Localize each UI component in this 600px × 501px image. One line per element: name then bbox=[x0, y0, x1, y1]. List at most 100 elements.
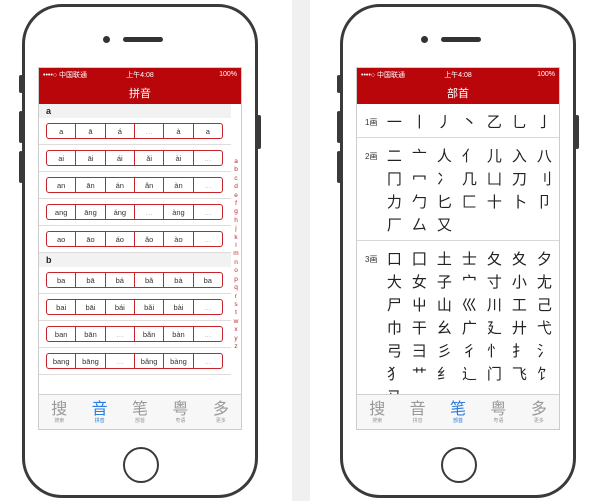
radical-item[interactable]: 干 bbox=[407, 316, 432, 339]
home-button[interactable] bbox=[441, 447, 477, 483]
radical-item[interactable]: 入 bbox=[507, 144, 532, 167]
radical-item[interactable]: 艹 bbox=[407, 362, 432, 385]
radical-item[interactable]: 彐 bbox=[407, 339, 432, 362]
pinyin-cell[interactable]: bǎng bbox=[135, 354, 165, 368]
pinyin-cell[interactable]: ào bbox=[164, 232, 194, 246]
pinyin-cell[interactable]: bai bbox=[47, 300, 77, 314]
radical-item[interactable]: 弓 bbox=[382, 339, 407, 362]
index-letter[interactable]: h bbox=[234, 217, 238, 225]
index-letter[interactable]: y bbox=[234, 335, 237, 343]
index-letter[interactable]: r bbox=[235, 293, 237, 301]
radical-item[interactable]: 纟 bbox=[432, 362, 457, 385]
pinyin-cell[interactable]: ǎn bbox=[135, 178, 165, 192]
radical-item[interactable]: 冫 bbox=[432, 167, 457, 190]
pinyin-cell[interactable]: bǎn bbox=[135, 327, 165, 341]
radical-item[interactable]: 亅 bbox=[532, 110, 557, 133]
tab-更多[interactable]: 多更多 bbox=[201, 395, 241, 429]
pinyin-cell[interactable]: àng bbox=[164, 205, 194, 219]
index-letter[interactable]: o bbox=[234, 267, 238, 275]
radical-item[interactable]: 彳 bbox=[457, 339, 482, 362]
radical-item[interactable]: 二 bbox=[382, 144, 407, 167]
pinyin-cell[interactable]: bang bbox=[47, 354, 77, 368]
radical-item[interactable]: 弋 bbox=[532, 316, 557, 339]
radical-item[interactable]: 川 bbox=[482, 293, 507, 316]
radical-item[interactable]: 女 bbox=[407, 270, 432, 293]
radical-item[interactable]: 宀 bbox=[457, 270, 482, 293]
pinyin-cell[interactable]: bàn bbox=[164, 327, 194, 341]
pinyin-cell[interactable]: bǎ bbox=[135, 273, 165, 287]
radical-item[interactable]: 囗 bbox=[407, 247, 432, 270]
radical-item[interactable]: 厶 bbox=[407, 213, 432, 236]
radical-item[interactable]: 匕 bbox=[432, 190, 457, 213]
radical-item[interactable]: 小 bbox=[507, 270, 532, 293]
radical-item[interactable]: 飞 bbox=[507, 362, 532, 385]
alphabet-index[interactable]: abcdefghjklmnopqrstwxyz bbox=[231, 158, 241, 351]
pinyin-cell[interactable]: bāi bbox=[76, 300, 106, 314]
pinyin-cell[interactable]: ǎi bbox=[135, 151, 165, 165]
radical-item[interactable]: 幺 bbox=[432, 316, 457, 339]
radical-item[interactable]: 屮 bbox=[407, 293, 432, 316]
pinyin-cell[interactable]: ài bbox=[164, 151, 194, 165]
radical-item[interactable]: 夕 bbox=[532, 247, 557, 270]
pinyin-cell[interactable]: áng bbox=[106, 205, 135, 219]
pinyin-cell[interactable]: bǎi bbox=[135, 300, 165, 314]
pinyin-cell[interactable]: áo bbox=[106, 232, 135, 246]
radical-item[interactable]: 广 bbox=[457, 316, 482, 339]
radical-item[interactable]: 大 bbox=[382, 270, 407, 293]
radical-item[interactable]: 凵 bbox=[482, 167, 507, 190]
radical-item[interactable]: 廴 bbox=[482, 316, 507, 339]
radical-item[interactable]: 乚 bbox=[507, 110, 532, 133]
index-letter[interactable]: z bbox=[234, 343, 237, 351]
radical-item[interactable]: 勹 bbox=[407, 190, 432, 213]
radical-item[interactable]: 巛 bbox=[457, 293, 482, 316]
radical-item[interactable]: 丨 bbox=[407, 110, 432, 133]
radical-item[interactable]: 匚 bbox=[457, 190, 482, 213]
radical-item[interactable]: 氵 bbox=[532, 339, 557, 362]
radical-item[interactable]: 刂 bbox=[532, 167, 557, 190]
pinyin-cell[interactable]: bá bbox=[106, 273, 135, 287]
radical-item[interactable]: 门 bbox=[482, 362, 507, 385]
index-letter[interactable]: a bbox=[234, 158, 238, 166]
index-letter[interactable]: d bbox=[234, 183, 238, 191]
index-letter[interactable]: f bbox=[235, 200, 237, 208]
tab-粤语[interactable]: 粤粤语 bbox=[478, 395, 518, 429]
radical-item[interactable]: 尸 bbox=[382, 293, 407, 316]
radical-item[interactable]: 又 bbox=[432, 213, 457, 236]
radical-item[interactable]: 辶 bbox=[457, 362, 482, 385]
tab-拼音[interactable]: 音拼音 bbox=[79, 395, 119, 429]
pinyin-cell[interactable]: bài bbox=[164, 300, 194, 314]
tab-部首[interactable]: 笔部首 bbox=[120, 395, 160, 429]
tab-部首[interactable]: 笔部首 bbox=[438, 395, 478, 429]
radical-item[interactable]: 口 bbox=[382, 247, 407, 270]
pinyin-cell[interactable]: bàng bbox=[164, 354, 194, 368]
pinyin-cell[interactable]: ǎo bbox=[135, 232, 165, 246]
pinyin-list[interactable]: a a ā á… à a ai āi ái ǎi ài… an ān án ǎn àn… ang āng áng… à… bbox=[39, 104, 231, 394]
pinyin-cell[interactable]: bà bbox=[164, 273, 194, 287]
tab-搜索[interactable]: 搜搜索 bbox=[39, 395, 79, 429]
index-letter[interactable]: x bbox=[234, 326, 237, 334]
pinyin-cell[interactable]: āo bbox=[76, 232, 106, 246]
index-letter[interactable]: n bbox=[234, 259, 238, 267]
radical-item[interactable]: 饣 bbox=[532, 362, 557, 385]
radical-item[interactable]: 乙 bbox=[482, 110, 507, 133]
radical-item[interactable]: 亠 bbox=[407, 144, 432, 167]
tab-粤语[interactable]: 粤粤语 bbox=[160, 395, 200, 429]
radical-item[interactable]: 丶 bbox=[457, 110, 482, 133]
pinyin-cell[interactable]: ba bbox=[194, 273, 222, 287]
radical-item[interactable]: 马 bbox=[382, 385, 407, 394]
radical-item[interactable]: 己 bbox=[532, 293, 557, 316]
index-letter[interactable]: j bbox=[235, 225, 236, 233]
tab-更多[interactable]: 多更多 bbox=[519, 395, 559, 429]
pinyin-cell[interactable]: a bbox=[194, 124, 222, 138]
index-letter[interactable]: g bbox=[234, 208, 238, 216]
radical-item[interactable]: 彡 bbox=[432, 339, 457, 362]
radical-item[interactable]: 冖 bbox=[407, 167, 432, 190]
pinyin-cell[interactable]: ban bbox=[47, 327, 77, 341]
pinyin-cell[interactable]: ba bbox=[47, 273, 77, 287]
radical-item[interactable]: 冂 bbox=[382, 167, 407, 190]
index-letter[interactable]: s bbox=[234, 301, 237, 309]
pinyin-cell[interactable]: ān bbox=[76, 178, 106, 192]
tab-拼音[interactable]: 音拼音 bbox=[397, 395, 437, 429]
radical-item[interactable]: 人 bbox=[432, 144, 457, 167]
radical-list[interactable]: 1画一丨丿丶乙乚亅 2画二亠人亻儿入八冂冖冫几凵刀刂力勹匕匚十卜卩厂厶又 3画口囗土… bbox=[357, 104, 559, 394]
